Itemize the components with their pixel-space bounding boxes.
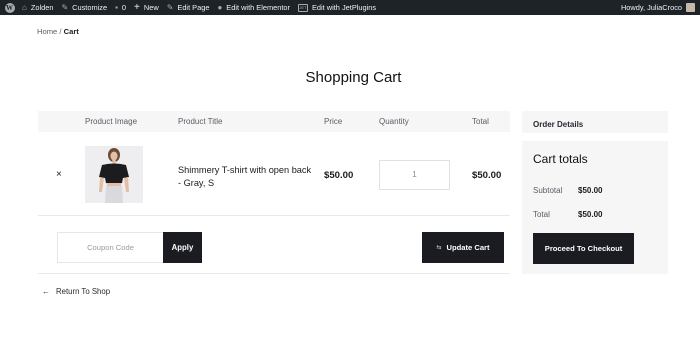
product-price: $50.00 bbox=[324, 170, 354, 181]
return-to-shop-link[interactable]: ← Return To Shop bbox=[42, 287, 110, 296]
edit-page-label: Edit Page bbox=[177, 3, 210, 12]
return-to-shop-label: Return To Shop bbox=[56, 287, 111, 296]
howdy-label: Howdy, JuliaCroco bbox=[620, 3, 682, 12]
product-image[interactable] bbox=[85, 146, 143, 203]
comment-icon: ▪ bbox=[115, 2, 118, 12]
total-value: $50.00 bbox=[578, 210, 603, 219]
site-name: Zolden bbox=[30, 3, 54, 12]
comments-count: 0 bbox=[121, 3, 127, 12]
remove-item-icon[interactable]: × bbox=[56, 169, 62, 180]
edit-elementor-link[interactable]: ● Edit with Elementor bbox=[213, 0, 294, 15]
customize-label: Customize bbox=[72, 3, 108, 12]
header-quantity: Quantity bbox=[379, 117, 409, 126]
brush-icon: ✎ bbox=[61, 2, 69, 12]
apply-coupon-button[interactable]: Apply bbox=[163, 232, 202, 263]
order-details-heading: Order Details bbox=[522, 111, 668, 133]
arrow-left-icon: ← bbox=[42, 287, 50, 296]
header-product-image: Product Image bbox=[85, 117, 138, 126]
edit-elementor-label: Edit with Elementor bbox=[226, 3, 290, 12]
site-name-link[interactable]: ⌂ Zolden bbox=[18, 0, 57, 15]
header-total: Total bbox=[472, 117, 489, 126]
plus-icon: + bbox=[134, 1, 140, 13]
cart-totals-panel: Cart totals Subtotal $50.00 Total $50.00… bbox=[522, 141, 668, 274]
proceed-to-checkout-button[interactable]: Proceed To Checkout bbox=[533, 233, 634, 264]
quantity-input[interactable]: 1 bbox=[379, 160, 450, 190]
cart-item-row: × Shimmery T-shirt with open back - Gray… bbox=[38, 132, 510, 216]
elementor-icon: ● bbox=[217, 2, 223, 12]
breadcrumb-current: Cart bbox=[63, 27, 79, 36]
home-icon: ⌂ bbox=[22, 2, 27, 12]
cart-totals-title: Cart totals bbox=[533, 152, 588, 166]
product-total: $50.00 bbox=[472, 170, 502, 181]
new-label: New bbox=[143, 3, 159, 12]
edit-jetplugins-label: Edit with JetPlugins bbox=[311, 3, 377, 12]
update-cart-button[interactable]: ⇆ Update Cart bbox=[422, 232, 504, 263]
edit-page-link[interactable]: ✎ Edit Page bbox=[163, 0, 214, 15]
breadcrumb-home-link[interactable]: Home bbox=[37, 27, 57, 36]
customize-link[interactable]: ✎ Customize bbox=[57, 0, 111, 15]
my-account-link[interactable]: Howdy, JuliaCroco bbox=[621, 0, 700, 15]
update-cart-label: Update Cart bbox=[446, 243, 490, 252]
edit-jetplugins-link[interactable]: JET Edit with JetPlugins bbox=[294, 0, 380, 15]
avatar bbox=[686, 3, 695, 12]
subtotal-value: $50.00 bbox=[578, 186, 603, 195]
total-row: Total $50.00 bbox=[533, 210, 602, 219]
subtotal-row: Subtotal $50.00 bbox=[533, 186, 602, 195]
jet-icon: JET bbox=[297, 3, 308, 12]
wordpress-icon: W bbox=[4, 2, 15, 13]
coupon-code-input[interactable]: Coupon Code bbox=[57, 232, 164, 263]
cart-table-header: Product Image Product Title Price Quanti… bbox=[38, 111, 510, 132]
breadcrumb: Home / Cart bbox=[37, 27, 79, 36]
update-icon: ⇆ bbox=[436, 245, 442, 251]
header-price: Price bbox=[324, 117, 343, 126]
pencil-icon: ✎ bbox=[166, 2, 174, 12]
admin-bar: W ⌂ Zolden ✎ Customize ▪ 0 + New ✎ Edit … bbox=[0, 0, 700, 15]
wordpress-logo-button[interactable]: W bbox=[1, 0, 18, 15]
header-product-title: Product Title bbox=[178, 117, 223, 126]
page-title: Shopping Cart bbox=[305, 69, 402, 86]
total-label: Total bbox=[533, 210, 550, 219]
product-photo bbox=[85, 146, 143, 203]
product-title-link[interactable]: Shimmery T-shirt with open back - Gray, … bbox=[178, 164, 313, 190]
cart-actions: Coupon Code Apply ⇆ Update Cart bbox=[38, 217, 510, 274]
subtotal-label: Subtotal bbox=[533, 186, 563, 195]
comments-link[interactable]: ▪ 0 bbox=[111, 0, 130, 15]
new-content-link[interactable]: + New bbox=[130, 0, 163, 15]
